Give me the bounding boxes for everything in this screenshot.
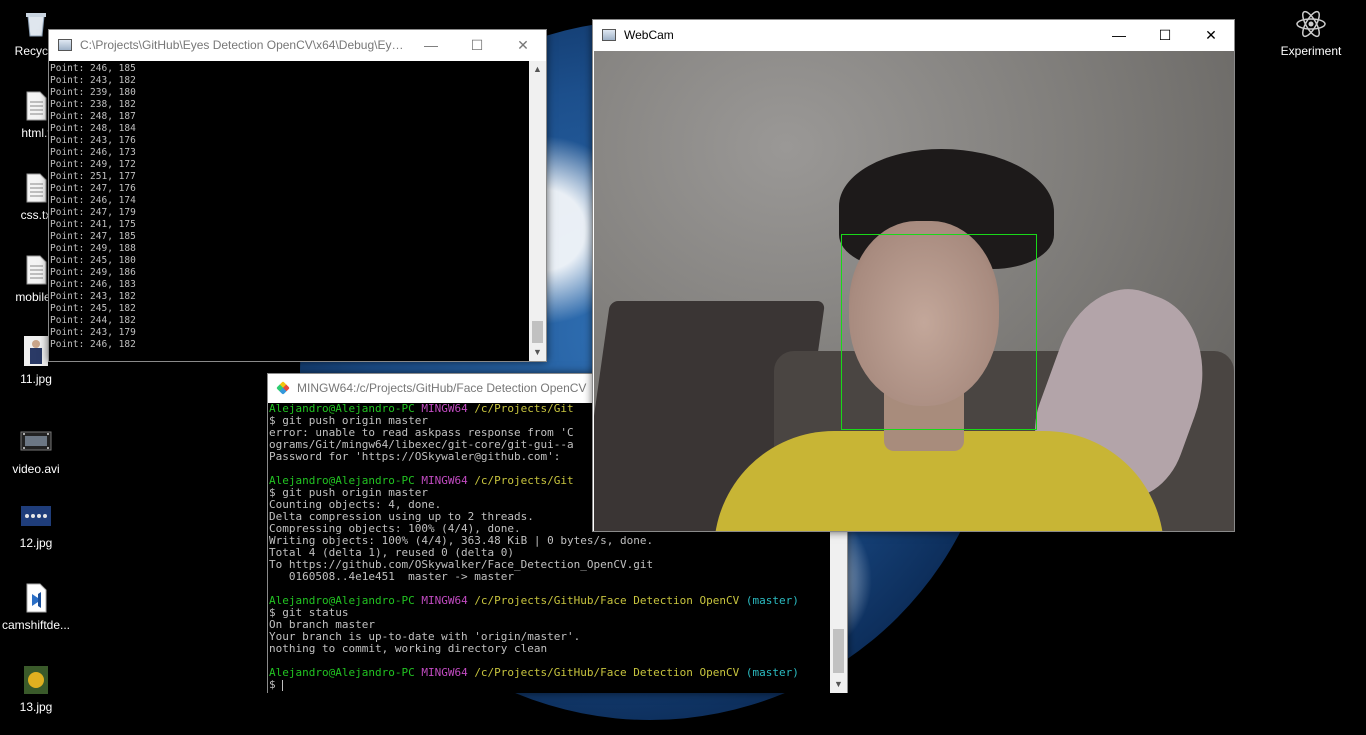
terminal-line: nothing to commit, working directory cle…: [269, 642, 548, 655]
image-thumbnail-icon: [24, 666, 48, 694]
console-line: Point: 251, 177: [50, 171, 136, 182]
console-line: Point: 246, 182: [50, 339, 136, 350]
atom-icon: [1296, 10, 1326, 38]
console-window-title: C:\Projects\GitHub\Eyes Detection OpenCV…: [80, 38, 408, 52]
console-line: Point: 241, 175: [50, 219, 136, 230]
prompt-path: /c/Projects/Git: [474, 474, 574, 487]
scroll-up-icon[interactable]: ▲: [529, 61, 546, 78]
console-line: Point: 245, 182: [50, 303, 136, 314]
console-line: Point: 249, 188: [50, 243, 136, 254]
maximize-button[interactable]: ☐: [1142, 20, 1188, 50]
console-line: Point: 247, 176: [50, 183, 136, 194]
terminal-line: 0160508..4e1e451 master -> master: [269, 570, 515, 583]
desktop-icon-experiment[interactable]: Experiment: [1273, 8, 1349, 58]
console-line: Point: 248, 187: [50, 111, 136, 122]
minimize-button[interactable]: —: [408, 30, 454, 60]
git-bash-icon: [276, 381, 290, 395]
minimize-button[interactable]: —: [1096, 20, 1142, 50]
desktop-icon-label: 11.jpg: [20, 372, 52, 386]
desktop-icon-label: 12.jpg: [19, 536, 53, 550]
prompt-line: Alejandro@Alejandro-PC MINGW64 /c/Projec…: [269, 595, 831, 607]
console-line: Point: 246, 185: [50, 63, 136, 74]
prompt-path: /c/Projects/GitHub/Face Detection OpenCV: [474, 594, 740, 607]
console-line: Point: 243, 182: [50, 291, 136, 302]
prompt-path: /c/Projects/Git: [474, 403, 574, 415]
console-scrollbar[interactable]: ▲ ▼: [529, 61, 546, 361]
desktop-icon-12-jpg[interactable]: 12.jpg: [0, 500, 74, 550]
desktop-icon-label: Experiment: [1280, 44, 1342, 58]
maximize-button[interactable]: ☐: [454, 30, 500, 60]
console-window[interactable]: C:\Projects\GitHub\Eyes Detection OpenCV…: [48, 29, 547, 362]
console-line: Point: 248, 184: [50, 123, 136, 134]
scrollbar-thumb[interactable]: [833, 629, 844, 673]
console-line: Point: 247, 185: [50, 231, 136, 242]
desktop-icon-13-jpg[interactable]: 13.jpg: [0, 664, 74, 714]
desktop-icon-camshift[interactable]: camshiftde...: [0, 582, 74, 632]
desktop-icon-label: video.avi: [12, 462, 60, 476]
console-line: Point: 244, 182: [50, 315, 136, 326]
scroll-down-icon[interactable]: ▼: [529, 344, 546, 361]
console-line: Point: 243, 176: [50, 135, 136, 146]
video-file-icon: [20, 431, 52, 451]
prompt-line: Alejandro@Alejandro-PC MINGW64 /c/Projec…: [269, 667, 831, 679]
console-line: Point: 238, 182: [50, 99, 136, 110]
image-thumbnail-icon: [21, 506, 51, 526]
console-app-icon: [58, 39, 72, 51]
console-line: Point: 243, 179: [50, 327, 136, 338]
console-line: Point: 246, 173: [50, 147, 136, 158]
console-line: Point: 249, 172: [50, 159, 136, 170]
prompt-env: MINGW64: [421, 594, 468, 607]
prompt-env: MINGW64: [421, 474, 468, 487]
prompt-branch: (master): [745, 594, 799, 607]
desktop-icon-label: camshiftde...: [1, 618, 71, 632]
prompt-env: MINGW64: [421, 666, 468, 679]
console-line: Point: 243, 182: [50, 75, 136, 86]
face-detection-box: [841, 234, 1037, 430]
prompt-branch: (master): [745, 666, 799, 679]
desktop-icon-video[interactable]: video.avi: [0, 426, 74, 476]
desktop-icon-label: 13.jpg: [19, 700, 53, 714]
webcam-video-feed: [594, 51, 1234, 531]
console-line: Point: 245, 180: [50, 255, 136, 266]
webcam-app-icon: [602, 29, 616, 41]
webcam-window-title: WebCam: [624, 28, 674, 42]
final-prompt: $: [269, 678, 283, 691]
visual-studio-file-icon: [26, 583, 47, 613]
console-line: Point: 247, 179: [50, 207, 136, 218]
console-line: Point: 246, 174: [50, 195, 136, 206]
prompt-user: Alejandro@Alejandro-PC: [269, 666, 415, 679]
webcam-window[interactable]: WebCam — ☐ ✕: [592, 19, 1235, 532]
console-line: Point: 246, 183: [50, 279, 136, 290]
close-button[interactable]: ✕: [1188, 20, 1234, 50]
console-titlebar[interactable]: C:\Projects\GitHub\Eyes Detection OpenCV…: [49, 30, 546, 60]
scroll-down-icon[interactable]: ▼: [830, 676, 847, 693]
command-input-line[interactable]: $: [269, 679, 831, 691]
console-output[interactable]: Point: 246, 185 Point: 243, 182 Point: 239…: [49, 61, 530, 361]
scrollbar-thumb[interactable]: [532, 321, 543, 343]
webcam-titlebar[interactable]: WebCam — ☐ ✕: [593, 20, 1234, 50]
console-line: Point: 249, 186: [50, 267, 136, 278]
prompt-env: MINGW64: [421, 403, 468, 415]
prompt-path: /c/Projects/GitHub/Face Detection OpenCV: [474, 666, 740, 679]
console-line: Point: 239, 180: [50, 87, 136, 98]
close-button[interactable]: ✕: [500, 30, 546, 60]
cursor: [282, 679, 284, 691]
